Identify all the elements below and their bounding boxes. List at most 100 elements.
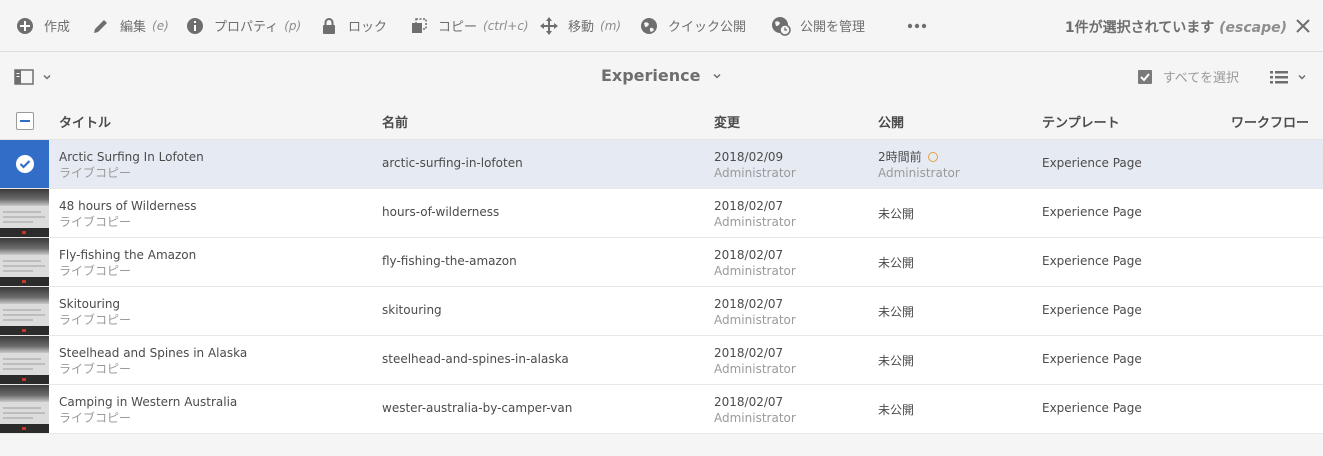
row-title-cell: Steelhead and Spines in Alaska ライブコピー <box>59 345 247 377</box>
row-modified-cell: 2018/02/07 Administrator <box>714 198 796 230</box>
manage-publication-label: 公開を管理 <box>800 20 866 35</box>
edit-button[interactable]: 編集 (e) <box>90 0 169 52</box>
row-modified-cell: 2018/02/07 Administrator <box>714 247 796 279</box>
select-all-button[interactable]: すべてを選択 <box>1137 67 1239 86</box>
checkbox-checked-icon <box>1137 69 1152 84</box>
properties-label: プロパティ <box>214 20 279 35</box>
view-switcher-button[interactable] <box>1269 67 1313 87</box>
row-modified-date: 2018/02/09 <box>714 150 784 164</box>
row-name: hours-of-wilderness <box>382 205 500 219</box>
lock-button[interactable]: ロック <box>318 0 387 52</box>
escape-hint: (escape) <box>1219 20 1287 36</box>
page-thumbnail[interactable] <box>0 336 49 384</box>
add-icon <box>14 15 36 37</box>
column-header-title[interactable]: タイトル <box>59 112 111 131</box>
row-name: steelhead-and-spines-in-alaska <box>382 352 569 366</box>
table-row[interactable]: Fly-fishing the Amazon ライブコピー fly-fishin… <box>0 238 1323 287</box>
row-published: 未公開 <box>878 256 915 270</box>
row-modified-cell: 2018/02/09 Administrator <box>714 149 796 181</box>
chevron-down-icon <box>43 74 51 80</box>
row-published-cell: 2時間前 Administrator <box>878 149 960 181</box>
row-modified-by: Administrator <box>714 362 796 376</box>
edit-shortcut: (e) <box>152 18 169 33</box>
globe-clock-icon <box>770 15 792 37</box>
row-name: arctic-surfing-in-lofoten <box>382 156 523 170</box>
table-row[interactable]: Camping in Western Australia ライブコピー west… <box>0 385 1323 434</box>
rail-toggle-button[interactable] <box>14 67 58 87</box>
more-button[interactable] <box>906 0 936 52</box>
move-button[interactable]: 移動 (m) <box>538 0 621 52</box>
move-label: 移動 <box>568 20 595 35</box>
row-subtitle: ライブコピー <box>59 215 132 229</box>
row-published: 2時間前 <box>878 150 922 164</box>
action-bar: 作成 編集 (e) プロパティ (p) ロック コピー (ctrl+c) 移動 … <box>0 0 1323 52</box>
table-row[interactable]: 48 hours of Wilderness ライブコピー hours-of-w… <box>0 189 1323 238</box>
checkmark-circle-icon <box>15 155 34 173</box>
row-modified-by: Administrator <box>714 264 796 278</box>
select-all-label: すべてを選択 <box>1162 71 1239 86</box>
properties-shortcut: (p) <box>284 18 302 33</box>
copy-icon <box>408 15 430 37</box>
table-row[interactable]: Skitouring ライブコピー skitouring 2018/02/07 … <box>0 287 1323 336</box>
row-title-cell: Fly-fishing the Amazon ライブコピー <box>59 247 196 279</box>
row-title-cell: Arctic Surfing In Lofoten ライブコピー <box>59 149 204 181</box>
copy-button[interactable]: コピー (ctrl+c) <box>408 0 529 52</box>
row-template: Experience Page <box>1042 352 1142 366</box>
row-title-cell: 48 hours of Wilderness ライブコピー <box>59 198 197 230</box>
edit-label: 編集 <box>120 20 147 35</box>
move-icon <box>538 15 560 37</box>
row-template: Experience Page <box>1042 205 1142 219</box>
sidebar-icon <box>14 69 34 85</box>
row-subtitle: ライブコピー <box>59 313 132 327</box>
chevron-down-icon <box>713 73 721 79</box>
column-header-workflow[interactable]: ワークフロー <box>1231 112 1309 131</box>
create-button[interactable]: 作成 <box>14 0 70 52</box>
column-header-modified[interactable]: 変更 <box>714 112 740 131</box>
page-title-text: Experience <box>600 66 701 85</box>
row-name: fly-fishing-the-amazon <box>382 254 517 268</box>
properties-button[interactable]: プロパティ (p) <box>184 0 301 52</box>
row-title: Fly-fishing the Amazon <box>59 248 197 262</box>
row-modified-by: Administrator <box>714 313 796 327</box>
row-modified-date: 2018/02/07 <box>714 346 784 360</box>
select-all-checkbox[interactable] <box>16 112 34 130</box>
row-modified-date: 2018/02/07 <box>714 248 784 262</box>
row-template: Experience Page <box>1042 303 1142 317</box>
more-icon <box>906 15 928 37</box>
row-selected-checkbox[interactable] <box>0 140 49 188</box>
globe-icon <box>638 15 660 37</box>
row-title: 48 hours of Wilderness <box>59 199 197 213</box>
page-title: Experience <box>0 66 1323 85</box>
list-view-icon <box>1270 71 1288 84</box>
page-title-dropdown[interactable]: Experience <box>601 66 722 85</box>
column-header-template[interactable]: テンプレート <box>1042 112 1120 131</box>
row-subtitle: ライブコピー <box>59 264 132 278</box>
row-title-cell: Skitouring ライブコピー <box>59 296 131 328</box>
page-thumbnail[interactable] <box>0 238 49 286</box>
selection-count-text: 1件が選択されています <box>1064 20 1215 36</box>
column-header-published[interactable]: 公開 <box>878 112 904 131</box>
page-thumbnail[interactable] <box>0 385 49 433</box>
row-published: 未公開 <box>878 207 915 221</box>
edit-icon <box>90 15 112 37</box>
close-selection-button[interactable] <box>1293 16 1313 36</box>
manage-publication-button[interactable]: 公開を管理 <box>770 0 865 52</box>
page-thumbnail[interactable] <box>0 189 49 237</box>
row-modified-by: Administrator <box>714 166 796 180</box>
page-thumbnail[interactable] <box>0 287 49 335</box>
table-row[interactable]: Steelhead and Spines in Alaska ライブコピー st… <box>0 336 1323 385</box>
row-name: wester-australia-by-camper-van <box>382 401 573 415</box>
create-label: 作成 <box>44 20 71 35</box>
column-header-name[interactable]: 名前 <box>382 112 408 131</box>
row-modified-cell: 2018/02/07 Administrator <box>714 296 796 328</box>
selection-status: 1件が選択されています (escape) <box>1065 17 1287 37</box>
quick-publish-button[interactable]: クイック公開 <box>638 0 746 52</box>
row-template: Experience Page <box>1042 254 1142 268</box>
title-bar: Experience すべてを選択 <box>0 53 1323 101</box>
row-modified-by: Administrator <box>714 411 796 425</box>
row-subtitle: ライブコピー <box>59 362 132 376</box>
table-row[interactable]: Arctic Surfing In Lofoten ライブコピー arctic-… <box>0 140 1323 189</box>
info-icon <box>184 15 206 37</box>
row-modified-by: Administrator <box>714 215 796 229</box>
lock-icon <box>318 15 340 37</box>
